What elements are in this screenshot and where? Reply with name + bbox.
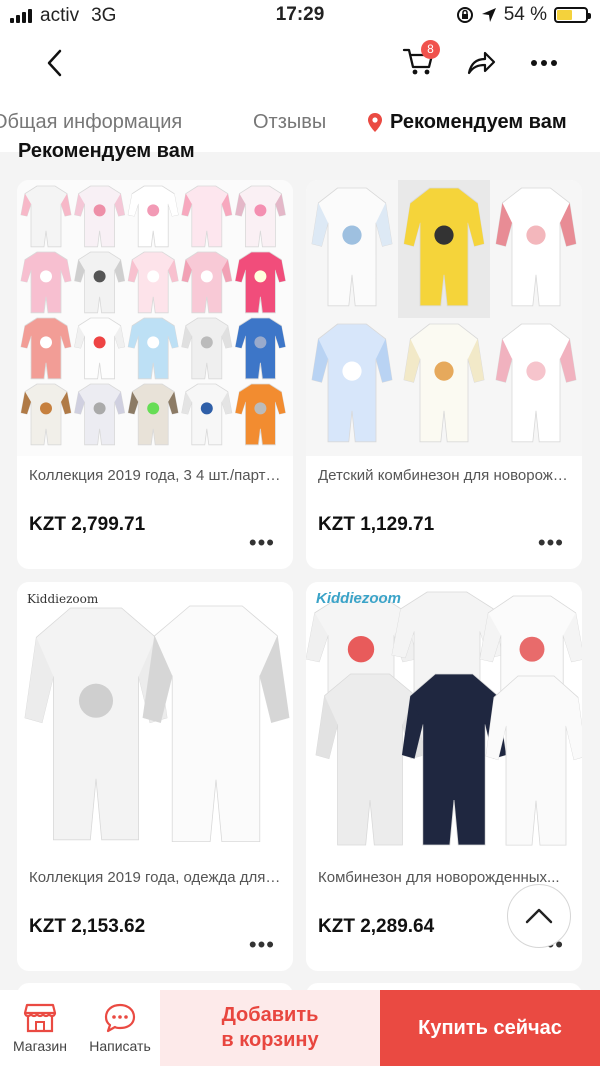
product-price: KZT 2,153.62 bbox=[29, 916, 146, 937]
product-price: KZT 2,289.64 bbox=[318, 916, 435, 937]
store-label: Магазин bbox=[12, 1038, 67, 1054]
share-icon bbox=[467, 51, 496, 75]
product-card[interactable]: Коллекция 2019 года, 3 4 шт./партия... K… bbox=[17, 180, 293, 569]
share-button[interactable] bbox=[460, 42, 502, 84]
more-dots-icon[interactable]: ••• bbox=[249, 934, 275, 956]
tab-recommended[interactable]: Рекомендуем вам bbox=[368, 111, 567, 134]
cart-button[interactable]: 8 bbox=[398, 40, 440, 82]
more-options-button[interactable] bbox=[523, 42, 565, 84]
tab-recommended-label: Рекомендуем вам bbox=[390, 111, 567, 133]
product-card[interactable]: Детский комбинезон для новорожденных... … bbox=[306, 180, 582, 569]
tab-reviews[interactable]: Отзывы bbox=[253, 111, 326, 134]
chevron-up-icon bbox=[525, 908, 553, 924]
store-button[interactable]: Магазин bbox=[4, 990, 76, 1066]
top-nav: 8 bbox=[0, 32, 600, 94]
product-title: Коллекция 2019 года, 3 4 шт./партия... bbox=[29, 467, 281, 484]
tab-general-info[interactable]: Общая информация bbox=[0, 111, 182, 134]
rotation-lock-icon bbox=[456, 7, 473, 23]
product-title: Детский комбинезон для новорожденных... bbox=[318, 467, 570, 484]
more-dots-icon[interactable]: ••• bbox=[249, 532, 275, 554]
message-label: Написать bbox=[89, 1038, 151, 1054]
product-price: KZT 2,799.71 bbox=[29, 514, 146, 535]
product-title: Комбинезон для новорожденных... bbox=[318, 869, 560, 886]
back-button[interactable] bbox=[34, 42, 76, 84]
battery-percent: 54 % bbox=[503, 4, 547, 25]
brand-logo: Kiddiezoom bbox=[27, 592, 99, 606]
more-dots-icon bbox=[531, 60, 557, 66]
product-image bbox=[306, 180, 582, 456]
more-dots-icon[interactable]: ••• bbox=[538, 532, 564, 554]
product-image bbox=[17, 180, 293, 456]
cart-count-badge: 8 bbox=[421, 40, 440, 59]
section-title: Рекомендуем вам bbox=[18, 140, 195, 162]
product-image: Kiddiezoom bbox=[306, 582, 582, 858]
product-price: KZT 1,129.71 bbox=[318, 514, 435, 535]
product-card[interactable]: Kiddiezoom Коллекция 2019 года, одежда д… bbox=[17, 582, 293, 971]
chat-bubble-icon bbox=[104, 1003, 136, 1033]
product-title: Коллекция 2019 года, одежда для новорожд… bbox=[29, 869, 281, 886]
battery-icon bbox=[554, 7, 591, 23]
bottom-action-bar: Магазин Написать Добавить в корзину Купит… bbox=[0, 990, 600, 1066]
product-image: Kiddiezoom bbox=[17, 582, 293, 858]
location-arrow-icon bbox=[481, 8, 496, 22]
chevron-left-icon bbox=[47, 49, 62, 77]
message-button[interactable]: Написать bbox=[82, 990, 158, 1066]
status-bar: activ 3G 17:29 54 % bbox=[0, 0, 600, 32]
store-icon bbox=[23, 1003, 57, 1033]
scroll-top-button[interactable] bbox=[507, 884, 571, 948]
location-pin-icon bbox=[368, 113, 382, 132]
buy-now-button[interactable]: Купить сейчас bbox=[380, 990, 600, 1066]
add-to-cart-button[interactable]: Добавить в корзину bbox=[160, 990, 380, 1066]
brand-logo: Kiddiezoom bbox=[316, 590, 401, 607]
